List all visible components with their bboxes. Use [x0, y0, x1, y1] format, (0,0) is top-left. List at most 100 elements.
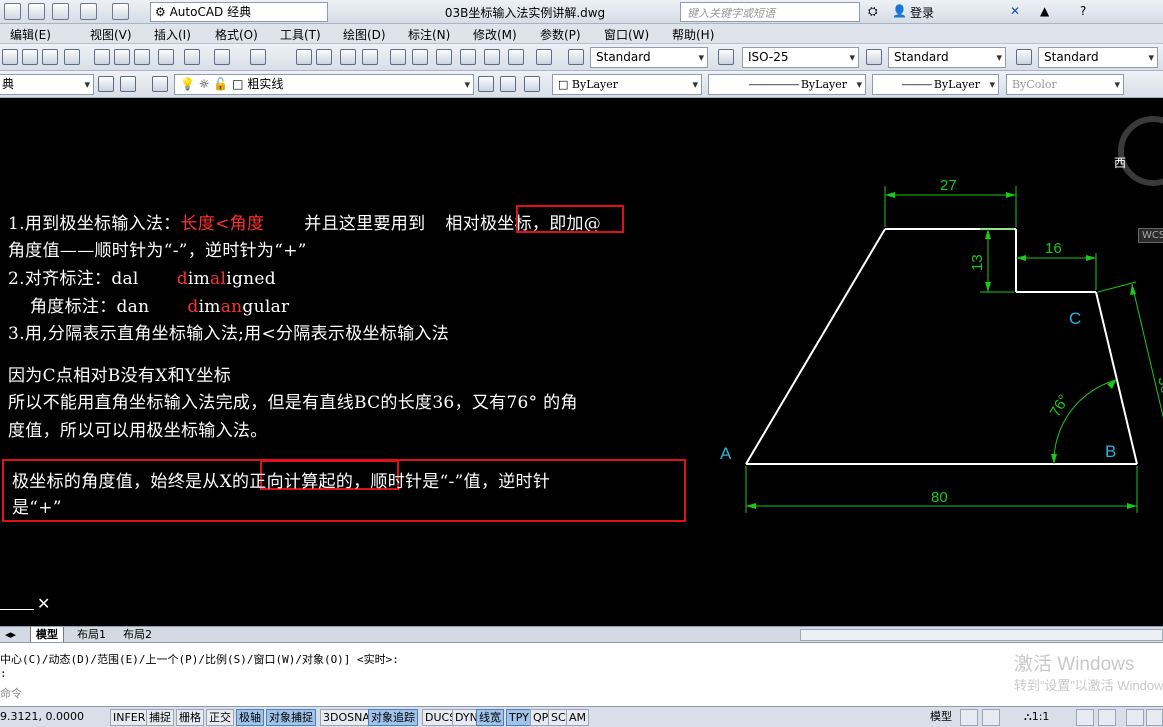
redo-icon[interactable]	[112, 3, 129, 20]
workspace-select-short[interactable]: 典	[0, 74, 94, 95]
quick-view-drawings-icon[interactable]	[982, 709, 1000, 726]
exchange-icon[interactable]: ✕	[1010, 4, 1020, 18]
dim-ext-line	[1097, 281, 1137, 293]
color-select[interactable]: □ ByLayer	[552, 74, 702, 95]
status-tpy[interactable]: TPY	[506, 709, 532, 726]
publish-icon[interactable]	[64, 49, 80, 65]
login-button[interactable]: 登录	[910, 4, 934, 21]
cut-icon[interactable]	[94, 49, 110, 65]
menu-edit[interactable]: 编辑(E)	[10, 26, 51, 43]
menu-modify[interactable]: 修改(M)	[473, 26, 517, 43]
calculator-icon[interactable]	[508, 49, 524, 65]
annotation-scale[interactable]: ⛬1:1	[1022, 709, 1051, 726]
search-input[interactable]: 键入关键字或短语	[680, 2, 860, 22]
document-title: 03B坐标输入法实例讲解.dwg	[444, 6, 606, 20]
status-grid[interactable]: 栅格	[176, 709, 204, 726]
model-space-label[interactable]: 模型	[928, 709, 954, 726]
status-am[interactable]: AM	[566, 709, 590, 726]
menu-format[interactable]: 格式(O)	[215, 26, 258, 43]
markup-icon[interactable]	[484, 49, 500, 65]
dim-style-select[interactable]: ISO-25	[742, 47, 859, 68]
menu-parameters[interactable]: 参数(P)	[540, 26, 581, 43]
app-store-icon[interactable]: ▲	[1040, 4, 1049, 18]
binoculars-icon[interactable]: ⛭	[868, 4, 878, 19]
zoom-window-icon[interactable]	[340, 49, 356, 65]
annotation-scale-icon: ⛬	[1024, 710, 1032, 723]
save-icon[interactable]	[4, 3, 21, 20]
auto-scale-icon[interactable]	[1098, 709, 1116, 726]
arrowhead	[885, 192, 895, 198]
menu-view[interactable]: 视图(V)	[90, 26, 132, 43]
paste-icon[interactable]	[134, 49, 150, 65]
help-icon[interactable]	[536, 49, 552, 65]
save-as-icon[interactable]	[28, 3, 45, 20]
menu-insert[interactable]: 插入(I)	[154, 26, 191, 43]
linetype-select[interactable]: ————— ByLayer	[708, 74, 866, 95]
command-window[interactable]: 中心(C)/动态(D)/范围(E)/上一个(P)/比例(S)/窗口(W)/对象(…	[0, 642, 1163, 706]
tab-layout2[interactable]: 布局2	[118, 627, 157, 643]
sheet-set-icon[interactable]	[460, 49, 476, 65]
outline-shape	[745, 228, 1138, 465]
print-preview-icon[interactable]	[42, 49, 58, 65]
design-center-icon[interactable]	[412, 49, 428, 65]
multileader-style-select[interactable]: Standard	[1038, 47, 1158, 68]
status-osnap[interactable]: 对象捕捉	[266, 709, 316, 726]
lock-icon[interactable]	[1146, 709, 1163, 726]
match-properties-icon[interactable]	[158, 49, 174, 65]
annotation-visibility-icon[interactable]	[1076, 709, 1094, 726]
text-style-icon[interactable]	[568, 49, 584, 65]
multileader-style-icon[interactable]	[1016, 49, 1032, 65]
zoom-previous-icon[interactable]	[362, 49, 378, 65]
copy-icon[interactable]	[114, 49, 130, 65]
text-style-select[interactable]: Standard	[590, 47, 708, 68]
drawing-canvas[interactable]: 1.用到极坐标输入法：长度<角度 并且这里要用到 相对极坐标，即加@ 角度值——顺时…	[0, 98, 1163, 626]
properties-icon[interactable]	[390, 49, 406, 65]
tool-palettes-icon[interactable]	[436, 49, 452, 65]
zoom-realtime-icon[interactable]	[316, 49, 332, 65]
tab-layout1[interactable]: 布局1	[72, 627, 111, 643]
menu-dimension[interactable]: 标注(N)	[408, 26, 450, 43]
menu-window[interactable]: 窗口(W)	[604, 26, 649, 43]
lineweight-select[interactable]: ——— ByLayer	[872, 74, 999, 95]
menu-help[interactable]: 帮助(H)	[672, 26, 714, 43]
plot-style-select[interactable]: ByColor	[1006, 74, 1124, 95]
tab-model[interactable]: 模型	[30, 627, 64, 643]
layer-states-icon[interactable]	[152, 76, 168, 92]
menu-draw[interactable]: 绘图(D)	[343, 26, 386, 43]
menu-tools[interactable]: 工具(T)	[280, 26, 321, 43]
workspace-select[interactable]: ⚙ AutoCAD 经典	[150, 2, 328, 22]
table-style-select[interactable]: Standard	[888, 47, 1006, 68]
new-icon[interactable]	[2, 49, 18, 65]
help-icon[interactable]: ?	[1080, 4, 1086, 18]
block-editor-icon[interactable]	[184, 49, 200, 65]
arrowhead	[1016, 255, 1026, 261]
print-icon[interactable]	[52, 3, 69, 20]
command-prompt-input[interactable]: 命令	[0, 685, 22, 701]
status-ortho[interactable]: 正交	[206, 709, 234, 726]
status-otrack[interactable]: 对象追踪	[368, 709, 418, 726]
status-snap[interactable]: 捕捉	[146, 709, 174, 726]
redo-icon[interactable]	[250, 49, 266, 65]
dim-style-icon[interactable]	[718, 49, 734, 65]
horizontal-scrollbar[interactable]	[800, 629, 1163, 641]
user-icon[interactable]: 👤	[892, 4, 907, 18]
make-current-icon[interactable]	[478, 76, 494, 92]
workspace-switch-gear-icon[interactable]	[1126, 709, 1144, 726]
quick-view-layouts-icon[interactable]	[960, 709, 978, 726]
pan-icon[interactable]	[296, 49, 312, 65]
status-polar[interactable]: 极轴	[236, 709, 264, 726]
layer-select[interactable]: 💡 ☼ 🔓 □ 粗实线	[174, 74, 474, 95]
status-lineweight[interactable]: 线宽	[476, 709, 504, 726]
undo-icon[interactable]	[80, 3, 97, 20]
tab-nav-arrows[interactable]: ◂▸	[0, 627, 21, 643]
table-style-icon[interactable]	[866, 49, 882, 65]
command-history-2: :	[0, 667, 7, 680]
layer-previous-icon[interactable]	[500, 76, 516, 92]
activation-watermark-subtitle: 转到“设置”以激活 Windows。	[1014, 678, 1163, 693]
workspace-settings-icon[interactable]	[98, 76, 114, 92]
open-icon[interactable]	[22, 49, 38, 65]
status-infer[interactable]: INFER	[110, 709, 149, 726]
undo-icon[interactable]	[214, 49, 230, 65]
layer-walk-icon[interactable]	[524, 76, 540, 92]
layer-manager-icon[interactable]	[120, 76, 136, 92]
